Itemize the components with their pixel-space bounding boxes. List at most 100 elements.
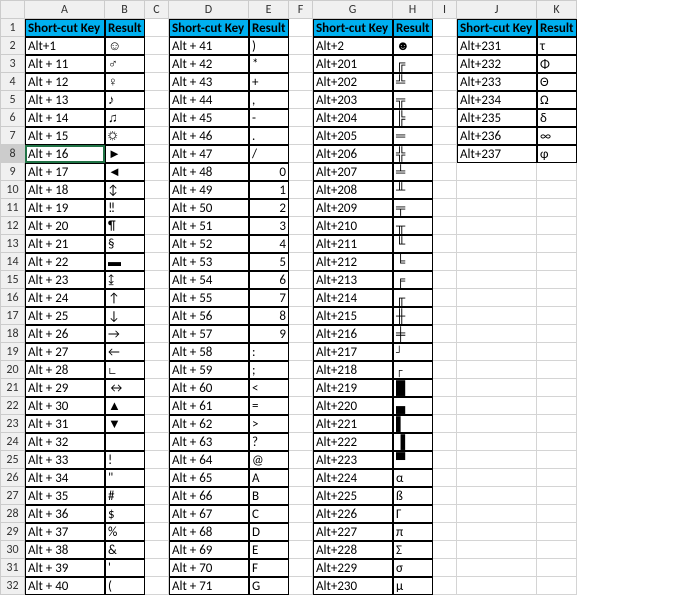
- empty-cell[interactable]: [145, 145, 169, 163]
- empty-cell[interactable]: [457, 469, 537, 487]
- empty-cell[interactable]: [289, 415, 313, 433]
- shortcut-key-cell[interactable]: Alt + 45: [169, 109, 249, 127]
- empty-cell[interactable]: [537, 523, 577, 541]
- shortcut-key-cell[interactable]: Alt+211: [313, 235, 393, 253]
- shortcut-key-cell[interactable]: Alt + 56: [169, 307, 249, 325]
- shortcut-key-cell[interactable]: Alt+234: [457, 91, 537, 109]
- shortcut-key-cell[interactable]: Alt + 67: [169, 505, 249, 523]
- shortcut-key-cell[interactable]: Alt + 69: [169, 541, 249, 559]
- shortcut-key-cell[interactable]: Alt + 70: [169, 559, 249, 577]
- shortcut-key-cell[interactable]: Alt + 47: [169, 145, 249, 163]
- shortcut-key-cell[interactable]: Alt+203: [313, 91, 393, 109]
- result-cell[interactable]: <: [249, 379, 289, 397]
- result-cell[interactable]: 5: [249, 253, 289, 271]
- result-cell[interactable]: ╘: [393, 253, 433, 271]
- empty-cell[interactable]: [289, 559, 313, 577]
- result-cell[interactable]: ╥: [393, 217, 433, 235]
- empty-cell[interactable]: [289, 325, 313, 343]
- result-cell[interactable]: ): [249, 37, 289, 55]
- result-cell[interactable]: %: [105, 523, 145, 541]
- shortcut-key-cell[interactable]: Alt+2: [313, 37, 393, 55]
- result-cell[interactable]: >: [249, 415, 289, 433]
- empty-cell[interactable]: [289, 289, 313, 307]
- row-header-6[interactable]: 6: [1, 109, 25, 127]
- result-cell[interactable]: ↑: [105, 289, 145, 307]
- result-cell[interactable]: ¶: [105, 217, 145, 235]
- row-header-24[interactable]: 24: [1, 433, 25, 451]
- column-header-I[interactable]: I: [433, 1, 457, 19]
- result-cell[interactable]: ,: [249, 91, 289, 109]
- empty-cell[interactable]: [289, 235, 313, 253]
- select-all-corner[interactable]: [1, 1, 25, 19]
- empty-cell[interactable]: [289, 37, 313, 55]
- shortcut-key-cell[interactable]: Alt+215: [313, 307, 393, 325]
- empty-cell[interactable]: [289, 379, 313, 397]
- empty-cell[interactable]: [457, 325, 537, 343]
- empty-cell[interactable]: [537, 307, 577, 325]
- result-cell[interactable]: A: [249, 469, 289, 487]
- empty-cell[interactable]: [537, 271, 577, 289]
- shortcut-key-cell[interactable]: Alt + 12: [25, 73, 105, 91]
- shortcut-key-cell[interactable]: Alt + 43: [169, 73, 249, 91]
- empty-cell[interactable]: [433, 235, 457, 253]
- row-header-15[interactable]: 15: [1, 271, 25, 289]
- result-cell[interactable]: ►: [105, 145, 145, 163]
- empty-cell[interactable]: [433, 433, 457, 451]
- shortcut-key-cell[interactable]: Alt + 52: [169, 235, 249, 253]
- result-cell[interactable]: ▲: [105, 397, 145, 415]
- shortcut-key-cell[interactable]: Alt + 25: [25, 307, 105, 325]
- empty-cell[interactable]: [457, 307, 537, 325]
- shortcut-key-cell[interactable]: Alt + 66: [169, 487, 249, 505]
- empty-cell[interactable]: [537, 577, 577, 595]
- empty-cell[interactable]: [433, 199, 457, 217]
- empty-cell[interactable]: [433, 181, 457, 199]
- shortcut-key-cell[interactable]: Alt + 49: [169, 181, 249, 199]
- shortcut-key-cell[interactable]: Alt + 44: [169, 91, 249, 109]
- empty-cell[interactable]: [457, 541, 537, 559]
- empty-cell[interactable]: [457, 505, 537, 523]
- result-cell[interactable]: ┌: [393, 361, 433, 379]
- row-header-22[interactable]: 22: [1, 397, 25, 415]
- empty-cell[interactable]: [457, 289, 537, 307]
- shortcut-key-cell[interactable]: Alt+208: [313, 181, 393, 199]
- empty-cell[interactable]: [433, 163, 457, 181]
- result-cell[interactable]: @: [249, 451, 289, 469]
- column-header-H[interactable]: H: [393, 1, 433, 19]
- empty-cell[interactable]: [433, 469, 457, 487]
- row-header-20[interactable]: 20: [1, 361, 25, 379]
- column-header-A[interactable]: A: [25, 1, 105, 19]
- shortcut-key-cell[interactable]: Alt+213: [313, 271, 393, 289]
- empty-cell[interactable]: [145, 181, 169, 199]
- shortcut-key-cell[interactable]: Alt+229: [313, 559, 393, 577]
- result-cell[interactable]: ▀: [393, 451, 433, 469]
- row-header-19[interactable]: 19: [1, 343, 25, 361]
- result-cell[interactable]: 8: [249, 307, 289, 325]
- result-cell[interactable]: ↓: [105, 307, 145, 325]
- empty-cell[interactable]: [145, 253, 169, 271]
- shortcut-key-cell[interactable]: Alt+216: [313, 325, 393, 343]
- result-cell[interactable]: ╧: [393, 163, 433, 181]
- result-cell[interactable]: ♀: [105, 73, 145, 91]
- shortcut-key-cell[interactable]: Alt + 42: [169, 55, 249, 73]
- empty-cell[interactable]: [289, 541, 313, 559]
- empty-cell[interactable]: [433, 343, 457, 361]
- shortcut-key-cell[interactable]: Alt+225: [313, 487, 393, 505]
- shortcut-key-cell[interactable]: Alt+236: [457, 127, 537, 145]
- shortcut-key-cell[interactable]: Alt+237: [457, 145, 537, 163]
- empty-cell[interactable]: [537, 217, 577, 235]
- shortcut-key-cell[interactable]: Alt + 61: [169, 397, 249, 415]
- empty-cell[interactable]: [457, 415, 537, 433]
- empty-cell[interactable]: [537, 379, 577, 397]
- result-cell[interactable]: ↕: [105, 181, 145, 199]
- row-header-21[interactable]: 21: [1, 379, 25, 397]
- shortcut-key-cell[interactable]: Alt + 23: [25, 271, 105, 289]
- table-header[interactable]: Short-cut Key: [169, 19, 249, 37]
- empty-cell[interactable]: [457, 199, 537, 217]
- empty-cell[interactable]: [145, 523, 169, 541]
- empty-cell[interactable]: [145, 235, 169, 253]
- shortcut-key-cell[interactable]: Alt + 31: [25, 415, 105, 433]
- empty-cell[interactable]: [145, 307, 169, 325]
- empty-cell[interactable]: [457, 253, 537, 271]
- result-cell[interactable]: ♂: [105, 55, 145, 73]
- result-cell[interactable]: ∟: [105, 361, 145, 379]
